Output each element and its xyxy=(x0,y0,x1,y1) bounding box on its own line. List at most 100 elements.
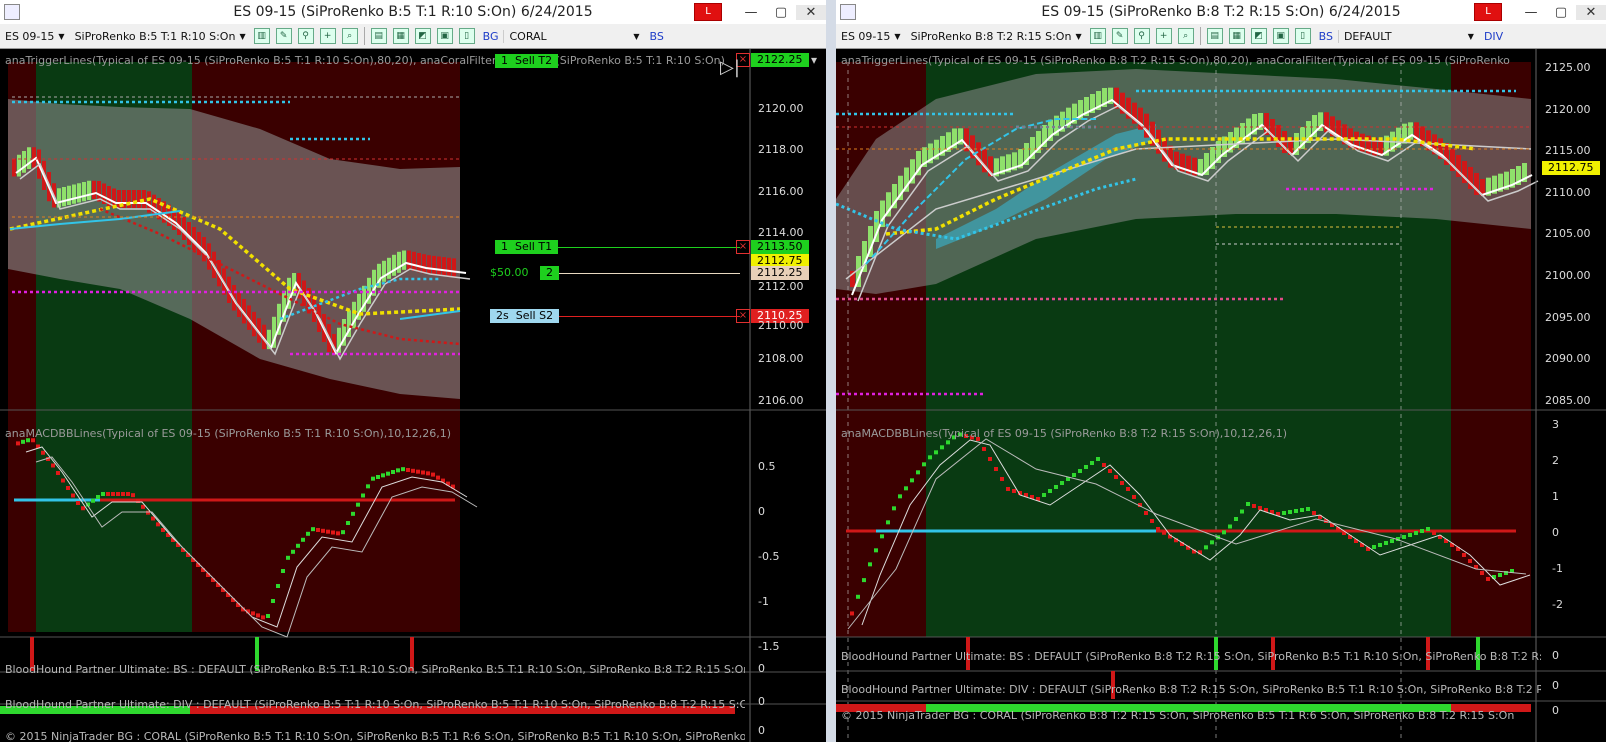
renko-bar xyxy=(392,254,396,276)
macd-dot xyxy=(1246,502,1250,506)
macd-dot xyxy=(301,537,305,542)
macd-dot xyxy=(1480,571,1484,575)
indicators-icon[interactable]: ▦ xyxy=(1228,28,1245,44)
macd-dot xyxy=(61,478,65,483)
alert-l-button[interactable]: L xyxy=(694,3,722,21)
position-line xyxy=(555,273,740,274)
macd-dot xyxy=(421,470,425,475)
macd-dot xyxy=(376,475,380,479)
renko-bar xyxy=(77,183,81,203)
indicators-icon[interactable]: ▦ xyxy=(392,28,409,44)
macd-dot xyxy=(1420,529,1424,533)
bs-selector[interactable]: DEFAULT ▼ xyxy=(1337,29,1479,43)
pencil-icon[interactable]: ✎ xyxy=(275,28,292,44)
bs-label[interactable]: BS xyxy=(644,30,668,43)
cancel-t1-icon[interactable]: × xyxy=(736,240,750,254)
price-axis-label: 2125.00 xyxy=(1545,61,1591,74)
div-label[interactable]: DIV xyxy=(1479,30,1508,43)
macd-dot xyxy=(361,493,365,498)
sell-t1-order[interactable]: 1 Sell T1 xyxy=(495,240,559,254)
window-title-bar[interactable]: ES 09-15 (SiProRenko B:5 T:1 R:10 S:On) … xyxy=(0,0,826,24)
macd-dot xyxy=(892,506,896,511)
renko-bar xyxy=(437,256,441,276)
macd-dot xyxy=(281,569,285,573)
macd-dot xyxy=(371,476,375,481)
sell-t2-order[interactable]: 1 Sell T2 xyxy=(495,54,559,68)
chart-style-icon[interactable]: ▥ xyxy=(253,28,270,44)
properties-icon[interactable]: ▤ xyxy=(370,28,387,44)
price-axis-label: 2090.00 xyxy=(1545,352,1591,365)
macd-dot xyxy=(106,492,110,496)
macd-dot xyxy=(391,470,395,474)
strategies-icon[interactable]: ◩ xyxy=(1250,28,1267,44)
alert-l-button[interactable]: L xyxy=(1474,3,1502,21)
pencil-icon[interactable]: ✎ xyxy=(1111,28,1128,44)
bg-selector[interactable]: CORAL ▼ xyxy=(503,29,644,43)
macd-dot xyxy=(411,468,415,473)
properties-icon[interactable]: ▤ xyxy=(1206,28,1223,44)
right-chart-area[interactable]: anaTriggerLines(Typical of ES 09-15 (SiP… xyxy=(836,49,1606,742)
templates-icon[interactable]: ▣ xyxy=(1272,28,1289,44)
zoom-icon[interactable]: ⌕ xyxy=(341,28,358,44)
chart-style-icon[interactable]: ▥ xyxy=(1089,28,1106,44)
renko-bar xyxy=(12,158,16,177)
macd-dot xyxy=(1204,545,1208,550)
macd-axis-label: 1 xyxy=(1552,490,1559,503)
strategies-icon[interactable]: ◩ xyxy=(414,28,431,44)
bh-axis-label: 0 xyxy=(1552,704,1559,717)
maximize-button[interactable]: ▢ xyxy=(766,5,796,20)
macd-dot xyxy=(366,484,370,489)
macd-axis-label: 0 xyxy=(1552,526,1559,539)
series-selector[interactable]: SiProRenko B:5 T:1 R:10 S:On ▼ xyxy=(70,30,251,43)
data-box-icon[interactable]: ▯ xyxy=(458,28,475,44)
macd-dot xyxy=(1300,508,1304,512)
maximize-button[interactable]: ▢ xyxy=(1546,5,1576,20)
data-box-icon[interactable]: ▯ xyxy=(1294,28,1311,44)
sell-s2-order[interactable]: 2s Sell S2 xyxy=(490,309,560,323)
macd-dot xyxy=(306,531,310,536)
instrument-selector[interactable]: ES 09-15 ▼ xyxy=(0,30,70,43)
minimize-button[interactable]: — xyxy=(736,5,766,20)
close-button[interactable]: ✕ xyxy=(796,4,826,20)
templates-icon[interactable]: ▣ xyxy=(436,28,453,44)
macd-dot xyxy=(51,463,55,468)
series-selector[interactable]: SiProRenko B:8 T:2 R:15 S:On ▼ xyxy=(906,30,1087,43)
left-chart-area[interactable]: anaTriggerLines(Typical of ES 09-15 (SiP… xyxy=(0,49,826,742)
toolbar-separator xyxy=(1199,27,1201,45)
chart-window-right: ES 09-15 (SiProRenko B:8 T:2 R:15 S:On) … xyxy=(836,0,1606,742)
magnet-icon[interactable]: ⚲ xyxy=(297,28,314,44)
position-qty[interactable]: 2 xyxy=(540,266,559,280)
window-title-bar[interactable]: ES 09-15 (SiProRenko B:8 T:2 R:15 S:On) … xyxy=(836,0,1606,24)
macd-dot xyxy=(1312,511,1316,515)
minimize-button[interactable]: — xyxy=(1516,5,1546,20)
close-button[interactable]: ✕ xyxy=(1576,4,1606,20)
macd-dot xyxy=(331,530,335,535)
macd-dot xyxy=(1372,545,1376,549)
macd-dot xyxy=(922,462,926,467)
macd-dot xyxy=(311,527,315,532)
macd-dot xyxy=(1210,540,1214,545)
price-tag-target1: 2113.50 xyxy=(751,240,809,254)
macd-dot xyxy=(1006,487,1010,491)
price-axis-label: 2118.00 xyxy=(758,143,804,156)
bh-axis-label: 0 xyxy=(758,695,765,708)
scroll-down-icon[interactable]: ▾ xyxy=(811,53,817,67)
zoom-icon[interactable]: ⌕ xyxy=(1177,28,1194,44)
crosshair-icon[interactable]: + xyxy=(1155,28,1172,44)
bg-label[interactable]: BG xyxy=(478,30,504,43)
price-axis-label: 2115.00 xyxy=(1545,144,1591,157)
macd-dot xyxy=(1102,463,1106,467)
cancel-stop-icon[interactable]: × xyxy=(736,309,750,323)
macd-dot xyxy=(1096,457,1100,461)
macd-dot xyxy=(1306,507,1310,511)
scroll-end-icon[interactable]: ▷| xyxy=(720,57,740,78)
macd-dot xyxy=(1426,527,1430,531)
macd-dot xyxy=(1468,559,1472,563)
crosshair-icon[interactable]: + xyxy=(319,28,336,44)
macd-dot xyxy=(271,599,275,603)
price-axis-label: 2085.00 xyxy=(1545,394,1591,407)
bs-label[interactable]: BS xyxy=(1314,30,1338,43)
position-pnl: $50.00 xyxy=(490,266,529,279)
magnet-icon[interactable]: ⚲ xyxy=(1133,28,1150,44)
instrument-selector[interactable]: ES 09-15 ▼ xyxy=(836,30,906,43)
